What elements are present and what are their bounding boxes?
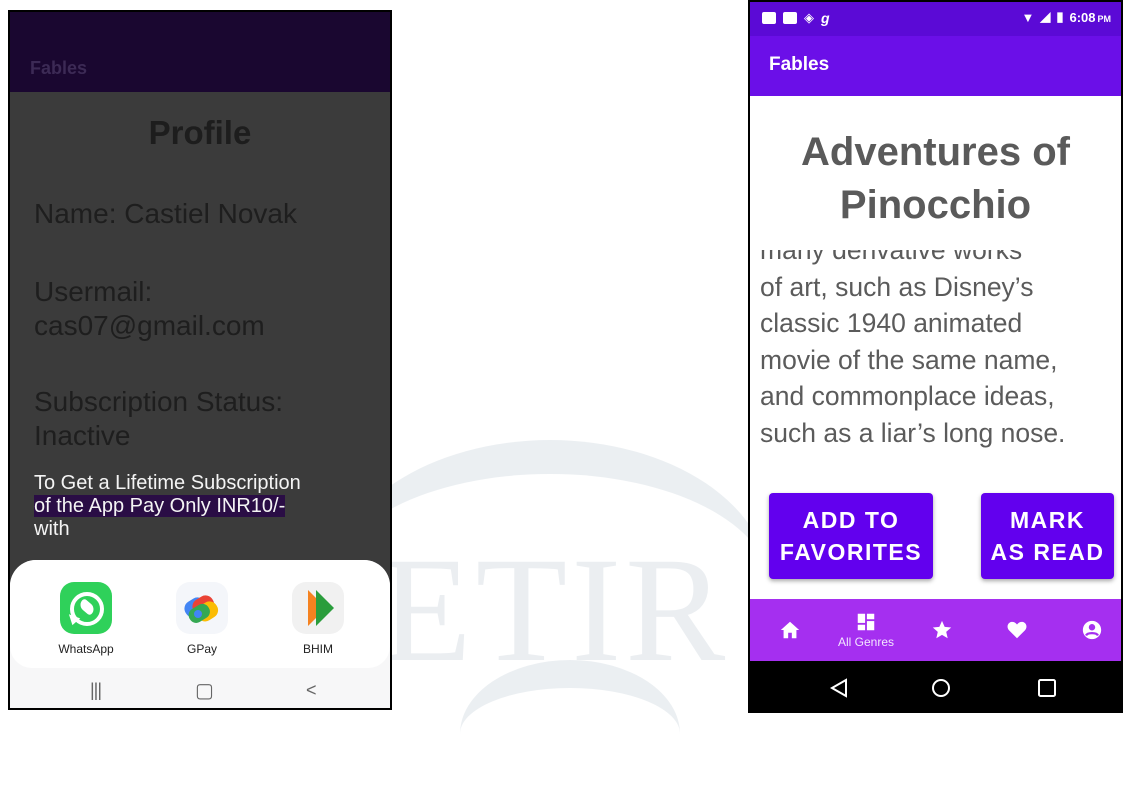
page-title: Profile (148, 114, 252, 151)
clock-ampm: PM (1097, 13, 1112, 24)
back-triangle-icon[interactable] (828, 677, 850, 699)
notification-glyph: g (821, 10, 830, 26)
share-app-label: WhatsApp (58, 642, 114, 656)
story-line: many derivative works (760, 250, 1023, 265)
recents-icon[interactable]: ||| (90, 680, 102, 701)
status-bar: ◈ g ▼ ◢ ▮ 6:08 PM (750, 2, 1121, 36)
right-phone-screen: ◈ g ▼ ◢ ▮ 6:08 PM Fables Adventures of Pi… (748, 0, 1123, 713)
whatsapp-icon (60, 582, 112, 634)
user-email: Usermail: cas07@gmail.com (34, 275, 265, 343)
gpay-icon (176, 582, 228, 634)
share-app-label: GPay (186, 642, 217, 656)
story-line: classic 1940 animated (760, 308, 1023, 338)
left-phone-screen: Fables Profile Name: Castiel Novak Userm… (8, 10, 392, 710)
payment-prompt: To Get a Lifetime Subscription of the Ap… (34, 472, 384, 541)
story-line: of art, such as Disney’s (760, 271, 1034, 302)
add-to-favorites-button[interactable]: ADD TO FAVORITES (769, 493, 933, 579)
payment-prompt-line3: with (34, 518, 70, 540)
app-bar: Fables (750, 36, 1121, 96)
recents-square-icon[interactable] (1036, 677, 1058, 699)
bottom-navigation: All Genres (750, 599, 1121, 661)
home-circle-icon[interactable] (930, 677, 952, 699)
story-title: Adventures of Pinocchio (750, 126, 1121, 232)
app-title: Fables (30, 58, 88, 78)
app-bar: Fables (10, 12, 390, 92)
user-name: Name: Castiel Novak (34, 198, 297, 229)
nav-profile[interactable] (1070, 599, 1114, 661)
payment-prompt-line2: of the App Pay Only INR10/- (34, 495, 286, 517)
subscription-value: Inactive (34, 420, 131, 451)
story-line: and commonplace ideas, (760, 381, 1055, 411)
grid-icon (857, 613, 875, 631)
share-app-label: BHIM (303, 642, 333, 656)
share-app-row: WhatsApp GPay BHIM (10, 560, 390, 668)
add-to-favorites-label-line1: ADD TO (802, 507, 900, 533)
youtube-notification-icon (762, 12, 776, 24)
mark-as-read-label-line2: AS READ (990, 539, 1105, 565)
nav-home[interactable] (768, 599, 812, 661)
app-title: Fables (769, 54, 830, 75)
story-title-line2: Pinocchio (839, 183, 1032, 227)
nav-all-genres-label: All Genres (837, 635, 895, 649)
data-saver-icon: ◈ (804, 10, 814, 25)
heart-icon (1007, 621, 1027, 639)
system-nav-bar (750, 661, 1121, 711)
share-app-whatsapp[interactable]: WhatsApp (46, 582, 126, 656)
star-icon (932, 620, 952, 639)
gallery-notification-icon (783, 12, 797, 24)
nav-favorites[interactable] (995, 599, 1039, 661)
share-sheet: WhatsApp GPay BHIM ||| ▢ < (10, 560, 390, 708)
clock: 6:08 (1069, 9, 1096, 25)
payment-prompt-line1: To Get a Lifetime Subscription (34, 472, 301, 494)
story-line: movie of the same name, (760, 344, 1058, 375)
share-app-bhim[interactable]: BHIM (278, 582, 358, 656)
add-to-favorites-label-line2: FAVORITES (779, 539, 923, 565)
subscription-status: Subscription Status: Inactive (34, 385, 283, 453)
share-app-gpay[interactable]: GPay (162, 582, 242, 656)
email-value: cas07@gmail.com (34, 310, 265, 341)
home-icon (780, 621, 800, 639)
bhim-icon (292, 582, 344, 634)
battery-icon: ▮ (1056, 9, 1064, 24)
account-icon (1082, 620, 1102, 640)
nav-all-genres[interactable]: All Genres (822, 599, 910, 661)
story-line: such as a liar’s long nose. (760, 417, 1066, 448)
nav-starred[interactable] (920, 599, 964, 661)
back-icon[interactable]: < (306, 680, 317, 701)
watermark-lower-arc (460, 660, 680, 808)
mark-as-read-button[interactable]: MARK AS READ (981, 493, 1114, 579)
mark-as-read-label-line1: MARK (1009, 507, 1085, 533)
story-text: many derivative works of art, such as Di… (760, 250, 1120, 451)
story-scroll-area[interactable]: many derivative works of art, such as Di… (760, 250, 1120, 465)
signal-icon: ◢ (1040, 9, 1051, 24)
story-title-line1: Adventures of (801, 130, 1070, 174)
home-icon[interactable]: ▢ (195, 678, 214, 703)
system-nav-bar: ||| ▢ < (10, 668, 390, 708)
wifi-icon: ▼ (1021, 9, 1035, 25)
email-label: Usermail: (34, 276, 153, 307)
subscription-label: Subscription Status: (34, 386, 284, 417)
